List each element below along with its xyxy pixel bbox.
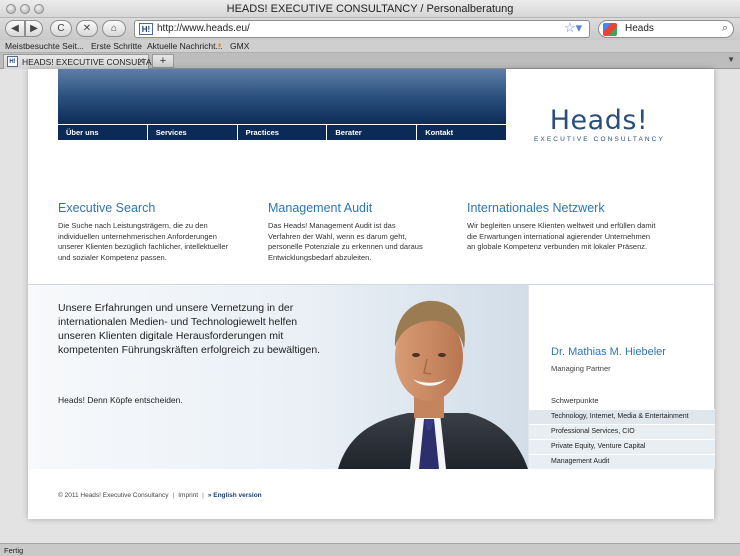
- search-icon[interactable]: ⌕: [722, 22, 728, 35]
- home-button[interactable]: ⌂: [102, 20, 126, 37]
- column-management-audit: Management Audit Das Heads! Management A…: [268, 201, 428, 263]
- home-icon: ⌂: [110, 23, 118, 34]
- nav-item-services[interactable]: Services: [148, 125, 238, 140]
- tab-heads[interactable]: H! HEADS! EXECUTIVE CONSULTANC... ✕: [3, 54, 171, 69]
- partner-portrait: [338, 300, 528, 469]
- stop-button[interactable]: ✕: [76, 20, 98, 37]
- search-input-value[interactable]: Heads: [625, 23, 654, 34]
- tab-label: HEADS! EXECUTIVE CONSULTANC...: [22, 57, 171, 67]
- reload-button[interactable]: C: [50, 20, 72, 37]
- logo-wordmark: Heads!: [549, 105, 649, 136]
- nav-item-practices[interactable]: Practices: [238, 125, 328, 140]
- reload-icon: C: [57, 23, 65, 34]
- column-title[interactable]: Executive Search: [58, 201, 238, 215]
- focus-item[interactable]: Management Audit: [529, 454, 715, 469]
- logo-tagline: EXECUTIVE CONSULTANCY: [534, 136, 665, 143]
- bookmark-item[interactable]: Aktuelle Nachricht...: [147, 41, 223, 51]
- bookmark-star-icon[interactable]: ☆▾: [564, 20, 582, 36]
- status-bar: Fertig: [0, 543, 740, 556]
- column-internationales-netzwerk: Internationales Netzwerk Wir begleiten u…: [467, 201, 657, 253]
- tab-bar: H! HEADS! EXECUTIVE CONSULTANC... ✕ + ▼: [0, 53, 740, 69]
- column-text: Die Suche nach Leistungsträgern, die zu …: [58, 221, 229, 262]
- tab-close-icon[interactable]: ✕: [137, 56, 145, 67]
- focus-item[interactable]: Professional Services, CIO: [529, 424, 715, 439]
- nav-item-berater[interactable]: Berater: [327, 125, 418, 140]
- web-page: Über uns Services Practices Berater Kont…: [28, 69, 715, 519]
- footer-separator: |: [172, 492, 175, 499]
- window-titlebar: HEADS! EXECUTIVE CONSULTANCY / Personalb…: [0, 0, 740, 18]
- bookmark-item[interactable]: GMX: [230, 41, 249, 51]
- url-text[interactable]: http://www.heads.eu/: [157, 23, 250, 34]
- focus-item[interactable]: Technology, Internet, Media & Entertainm…: [529, 409, 715, 424]
- nav-item-kontakt[interactable]: Kontakt: [417, 125, 506, 140]
- column-title[interactable]: Internationales Netzwerk: [467, 201, 657, 215]
- copyright-text: © 2011 Heads! Executive Consultancy: [58, 492, 169, 499]
- back-button[interactable]: ◀: [5, 20, 25, 37]
- window-title: HEADS! EXECUTIVE CONSULTANCY / Personalb…: [226, 3, 514, 15]
- tab-favicon-icon: H!: [7, 56, 18, 67]
- nav-item-ueber-uns[interactable]: Über uns: [58, 125, 148, 140]
- focus-heading: Schwerpunkte: [551, 396, 599, 405]
- back-icon: ◀: [11, 23, 19, 34]
- search-input[interactable]: Heads ⌕: [598, 20, 734, 38]
- hero-slogan: Heads! Denn Köpfe entscheiden.: [58, 395, 183, 405]
- focus-list: Technology, Internet, Media & Entertainm…: [529, 409, 715, 469]
- bookmarks-bar: Meistbesuchte Seit... Erste Schritte Akt…: [0, 40, 740, 53]
- column-title[interactable]: Management Audit: [268, 201, 428, 215]
- heads-logo[interactable]: Heads! EXECUTIVE CONSULTANCY: [534, 105, 665, 144]
- bookmark-item[interactable]: Meistbesuchte Seit...: [5, 41, 84, 51]
- forward-button[interactable]: ▶: [25, 20, 43, 37]
- page-viewport: Über uns Services Practices Berater Kont…: [0, 69, 740, 543]
- focus-item[interactable]: Private Equity, Venture Capital: [529, 439, 715, 454]
- hero-section: Unsere Erfahrungen und unsere Vernetzung…: [28, 284, 715, 469]
- footer-separator: |: [202, 492, 204, 499]
- url-bar[interactable]: H! http://www.heads.eu/: [134, 20, 590, 38]
- column-text: Wir begleiten unsere Klienten weltweit u…: [467, 221, 656, 251]
- tab-list-icon[interactable]: ▼: [727, 55, 735, 64]
- page-footer: © 2011 Heads! Executive Consultancy | Impr…: [58, 492, 262, 499]
- partner-role: Managing Partner: [551, 364, 611, 373]
- imprint-link[interactable]: Imprint: [178, 492, 198, 499]
- forward-icon: ▶: [30, 23, 38, 34]
- google-icon[interactable]: [603, 23, 617, 36]
- column-text: Das Heads! Management Audit ist das Verf…: [268, 221, 423, 262]
- main-navigation: Über uns Services Practices Berater Kont…: [58, 124, 506, 140]
- new-tab-button[interactable]: +: [152, 54, 174, 68]
- hero-text: Unsere Erfahrungen und unsere Vernetzung…: [58, 302, 321, 356]
- partner-name[interactable]: Dr. Mathias M. Hiebeler: [551, 346, 666, 358]
- partner-profile: Dr. Mathias M. Hiebeler Managing Partner…: [528, 285, 715, 469]
- rss-icon: ᵜ: [218, 41, 222, 51]
- bookmark-item[interactable]: Erste Schritte: [91, 41, 142, 51]
- stop-icon: ✕: [82, 23, 92, 34]
- column-executive-search: Executive Search Die Suche nach Leistung…: [58, 201, 238, 263]
- status-text: Fertig: [4, 546, 24, 555]
- site-favicon-icon: H!: [139, 23, 153, 35]
- english-version-link[interactable]: » English version: [208, 492, 262, 499]
